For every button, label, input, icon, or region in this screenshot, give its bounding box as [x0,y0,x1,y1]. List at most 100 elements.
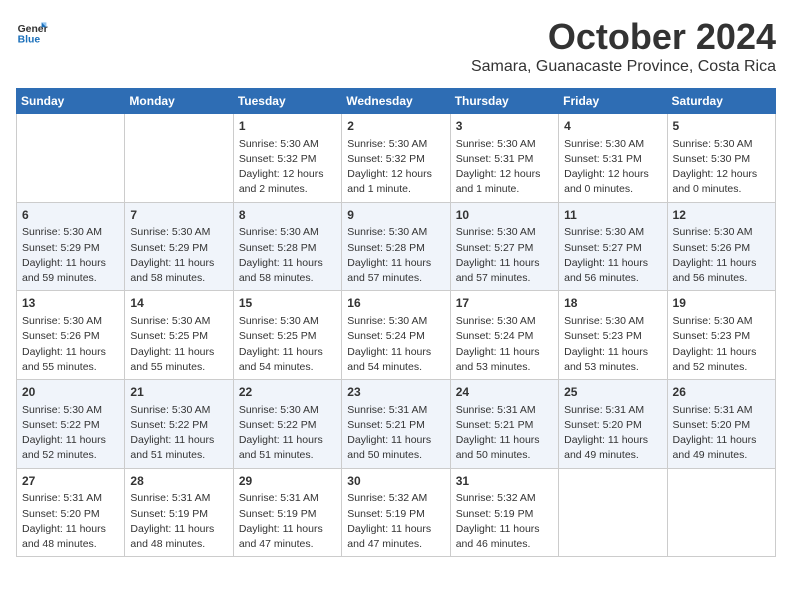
day-info: Sunrise: 5:31 AM Sunset: 5:19 PM Dayligh… [130,491,227,552]
svg-text:Blue: Blue [18,34,41,45]
day-info: Sunrise: 5:30 AM Sunset: 5:22 PM Dayligh… [239,403,336,464]
logo-icon: General Blue [16,16,48,48]
calendar-cell: 14 Sunrise: 5:30 AM Sunset: 5:25 PM Dayli… [125,291,233,380]
calendar-cell: 26Sunrise: 5:31 AM Sunset: 5:20 PM Dayli… [667,380,775,469]
day-info: Sunrise: 5:30 AM Sunset: 5:32 PM Dayligh… [239,137,336,198]
day-info: Sunrise: 5:32 AM Sunset: 5:19 PM Dayligh… [347,491,444,552]
day-info: Sunrise: 5:30 AM Sunset: 5:27 PM Dayligh… [564,225,661,286]
day-number: 15 [239,295,336,312]
calendar-cell: 3 Sunrise: 5:30 AM Sunset: 5:31 PM Daylig… [450,114,558,203]
day-info: Sunrise: 5:30 AM Sunset: 5:23 PM Dayligh… [673,314,770,375]
header-thursday: Thursday [450,89,558,114]
calendar-week-row: 1Sunrise: 5:30 AM Sunset: 5:32 PM Daylig… [17,114,776,203]
day-number: 2 [347,118,444,135]
day-number: 19 [673,295,770,312]
day-number: 18 [564,295,661,312]
day-number: 16 [347,295,444,312]
day-number: 11 [564,207,661,224]
calendar-cell: 12Sunrise: 5:30 AM Sunset: 5:26 PM Dayli… [667,202,775,291]
day-number: 31 [456,473,553,490]
day-info: Sunrise: 5:32 AM Sunset: 5:19 PM Dayligh… [456,491,553,552]
day-number: 21 [130,384,227,401]
calendar-cell: 25 Sunrise: 5:31 AM Sunset: 5:20 PM Dayli… [559,380,667,469]
calendar-cell: 27Sunrise: 5:31 AM Sunset: 5:20 PM Dayli… [17,468,125,557]
day-info: Sunrise: 5:30 AM Sunset: 5:28 PM Dayligh… [347,225,444,286]
calendar-cell: 6Sunrise: 5:30 AM Sunset: 5:29 PM Daylig… [17,202,125,291]
day-number: 13 [22,295,119,312]
day-info: Sunrise: 5:30 AM Sunset: 5:29 PM Dayligh… [130,225,227,286]
calendar-cell: 19 Sunrise: 5:30 AM Sunset: 5:23 PM Dayli… [667,291,775,380]
calendar-cell: 30Sunrise: 5:32 AM Sunset: 5:19 PM Dayli… [342,468,450,557]
day-info: Sunrise: 5:30 AM Sunset: 5:23 PM Dayligh… [564,314,661,375]
day-info: Sunrise: 5:30 AM Sunset: 5:24 PM Dayligh… [456,314,553,375]
month-title: October 2024 [471,16,776,58]
location-title: Samara, Guanacaste Province, Costa Rica [471,58,776,76]
day-number: 14 [130,295,227,312]
calendar-cell [559,468,667,557]
calendar-cell: 28Sunrise: 5:31 AM Sunset: 5:19 PM Dayli… [125,468,233,557]
header-monday: Monday [125,89,233,114]
header-friday: Friday [559,89,667,114]
calendar-cell: 4 Sunrise: 5:30 AM Sunset: 5:31 PM Daylig… [559,114,667,203]
calendar-week-row: 13Sunrise: 5:30 AM Sunset: 5:26 PM Dayli… [17,291,776,380]
day-info: Sunrise: 5:30 AM Sunset: 5:28 PM Dayligh… [239,225,336,286]
day-number: 7 [130,207,227,224]
day-number: 27 [22,473,119,490]
calendar-cell: 5Sunrise: 5:30 AM Sunset: 5:30 PM Daylig… [667,114,775,203]
calendar-cell: 13Sunrise: 5:30 AM Sunset: 5:26 PM Dayli… [17,291,125,380]
calendar-header-row: Sunday Monday Tuesday Wednesday Thursday… [17,89,776,114]
day-info: Sunrise: 5:30 AM Sunset: 5:25 PM Dayligh… [130,314,227,375]
header-sunday: Sunday [17,89,125,114]
day-info: Sunrise: 5:30 AM Sunset: 5:27 PM Dayligh… [456,225,553,286]
calendar-week-row: 20 Sunrise: 5:30 AM Sunset: 5:22 PM Dayli… [17,380,776,469]
day-number: 9 [347,207,444,224]
calendar-cell: 8Sunrise: 5:30 AM Sunset: 5:28 PM Daylig… [233,202,341,291]
day-number: 5 [673,118,770,135]
day-number: 3 [456,118,553,135]
day-info: Sunrise: 5:30 AM Sunset: 5:24 PM Dayligh… [347,314,444,375]
day-number: 17 [456,295,553,312]
calendar-table: Sunday Monday Tuesday Wednesday Thursday… [16,88,776,557]
calendar-cell: 16 Sunrise: 5:30 AM Sunset: 5:24 PM Dayli… [342,291,450,380]
calendar-cell: 29Sunrise: 5:31 AM Sunset: 5:19 PM Dayli… [233,468,341,557]
day-number: 6 [22,207,119,224]
logo: General Blue [16,16,48,48]
day-info: Sunrise: 5:30 AM Sunset: 5:31 PM Dayligh… [564,137,661,198]
day-number: 22 [239,384,336,401]
calendar-week-row: 27Sunrise: 5:31 AM Sunset: 5:20 PM Dayli… [17,468,776,557]
day-info: Sunrise: 5:31 AM Sunset: 5:19 PM Dayligh… [239,491,336,552]
calendar-cell: 18 Sunrise: 5:30 AM Sunset: 5:23 PM Dayli… [559,291,667,380]
day-info: Sunrise: 5:30 AM Sunset: 5:31 PM Dayligh… [456,137,553,198]
day-number: 10 [456,207,553,224]
calendar-cell: 22 Sunrise: 5:30 AM Sunset: 5:22 PM Dayli… [233,380,341,469]
day-number: 25 [564,384,661,401]
calendar-cell: 21 Sunrise: 5:30 AM Sunset: 5:22 PM Dayli… [125,380,233,469]
calendar-cell: 24Sunrise: 5:31 AM Sunset: 5:21 PM Dayli… [450,380,558,469]
day-info: Sunrise: 5:30 AM Sunset: 5:29 PM Dayligh… [22,225,119,286]
calendar-cell: 11Sunrise: 5:30 AM Sunset: 5:27 PM Dayli… [559,202,667,291]
calendar-cell: 17 Sunrise: 5:30 AM Sunset: 5:24 PM Dayli… [450,291,558,380]
header-saturday: Saturday [667,89,775,114]
calendar-cell: 9Sunrise: 5:30 AM Sunset: 5:28 PM Daylig… [342,202,450,291]
day-info: Sunrise: 5:31 AM Sunset: 5:20 PM Dayligh… [564,403,661,464]
day-number: 20 [22,384,119,401]
day-number: 4 [564,118,661,135]
page-header: General Blue October 2024 Samara, Guanac… [16,16,776,76]
day-info: Sunrise: 5:30 AM Sunset: 5:22 PM Dayligh… [130,403,227,464]
day-number: 24 [456,384,553,401]
day-info: Sunrise: 5:31 AM Sunset: 5:21 PM Dayligh… [347,403,444,464]
day-number: 23 [347,384,444,401]
calendar-cell [667,468,775,557]
calendar-cell [17,114,125,203]
calendar-cell: 31Sunrise: 5:32 AM Sunset: 5:19 PM Dayli… [450,468,558,557]
day-number: 28 [130,473,227,490]
day-info: Sunrise: 5:31 AM Sunset: 5:20 PM Dayligh… [22,491,119,552]
calendar-cell [125,114,233,203]
day-number: 12 [673,207,770,224]
day-info: Sunrise: 5:30 AM Sunset: 5:22 PM Dayligh… [22,403,119,464]
day-number: 30 [347,473,444,490]
calendar-cell: 23 Sunrise: 5:31 AM Sunset: 5:21 PM Dayli… [342,380,450,469]
title-block: October 2024 Samara, Guanacaste Province… [471,16,776,76]
calendar-cell: 2Sunrise: 5:30 AM Sunset: 5:32 PM Daylig… [342,114,450,203]
day-number: 26 [673,384,770,401]
